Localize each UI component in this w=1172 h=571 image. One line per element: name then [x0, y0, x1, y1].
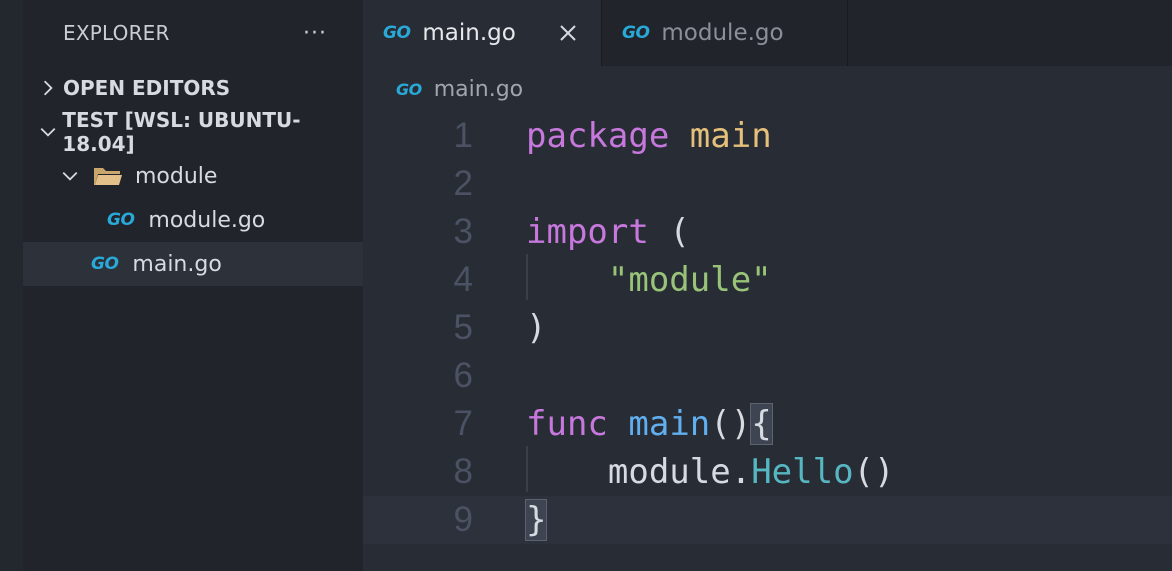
identifier-token: module. — [607, 452, 752, 492]
keyword-token: func — [526, 404, 608, 444]
tree-item-main-go[interactable]: GO main.go — [23, 242, 363, 286]
chevron-down-icon — [59, 165, 81, 187]
matched-brace-token: } — [524, 499, 548, 541]
package-name-token: main — [689, 116, 772, 156]
go-file-icon: GO — [396, 79, 422, 99]
code-line-1: 1 package main — [363, 112, 1172, 160]
tab-label: main.go — [422, 20, 516, 46]
code-line-6: 6 — [363, 352, 1172, 400]
tab-label: module.go — [661, 20, 784, 46]
paren-token: () — [710, 404, 752, 444]
tab-module-go[interactable]: GO module.go — [602, 0, 848, 66]
explorer-header: EXPLORER ··· — [23, 0, 363, 66]
code-line-8: 8 module.Hello() — [363, 448, 1172, 496]
breadcrumb-file[interactable]: main.go — [434, 77, 523, 102]
go-file-icon: GO — [383, 23, 411, 43]
paren-token: ( — [669, 212, 690, 252]
code-editor[interactable]: 1 package main 2 3 import ( 4 "module" 5… — [363, 112, 1172, 571]
line-number: 8 — [453, 452, 473, 491]
string-token: "module" — [607, 260, 772, 300]
editor-area: GO main.go GO module.go GO main.go 1 pac… — [363, 0, 1172, 571]
code-line-4: 4 "module" — [363, 256, 1172, 304]
line-number: 4 — [453, 260, 473, 299]
line-number: 5 — [453, 308, 473, 347]
go-file-icon: GO — [107, 210, 135, 230]
tree-item-module-go[interactable]: GO module.go — [23, 198, 363, 242]
paren-token: ) — [526, 308, 547, 348]
code-line-7: 7 func main(){ — [363, 400, 1172, 448]
line-number: 3 — [453, 212, 473, 251]
more-actions-icon[interactable]: ··· — [303, 21, 327, 46]
line-number: 2 — [453, 164, 473, 203]
code-line-9: 9 } — [363, 496, 1172, 544]
code-line-3: 3 import ( — [363, 208, 1172, 256]
explorer-title: EXPLORER — [63, 21, 170, 45]
breadcrumb[interactable]: GO main.go — [363, 66, 1172, 112]
line-number: 9 — [453, 500, 473, 539]
tree-item-label: module — [135, 163, 218, 189]
code-line-2: 2 — [363, 160, 1172, 208]
open-editors-label: OPEN EDITORS — [63, 76, 231, 100]
line-number: 6 — [453, 356, 473, 395]
tree-item-label: main.go — [132, 251, 222, 277]
tab-bar: GO main.go GO module.go — [363, 0, 1172, 66]
line-number: 1 — [453, 116, 473, 155]
tree-item-label: module.go — [148, 207, 266, 233]
chevron-right-icon — [37, 77, 59, 99]
tab-main-go[interactable]: GO main.go — [363, 0, 602, 66]
go-file-icon: GO — [91, 254, 119, 274]
function-name-token: main — [628, 404, 711, 444]
paren-token: () — [853, 452, 895, 492]
workspace-section[interactable]: TEST [WSL: UBUNTU-18.04] — [23, 108, 363, 156]
vscode-window: EXPLORER ··· OPEN EDITORS TEST [WSL: UBU… — [0, 0, 1172, 571]
code-line-5: 5 ) — [363, 304, 1172, 352]
keyword-token: package — [526, 116, 670, 156]
workspace-label: TEST [WSL: UBUNTU-18.04] — [62, 108, 301, 156]
explorer-sidebar: EXPLORER ··· OPEN EDITORS TEST [WSL: UBU… — [23, 0, 363, 571]
line-number: 7 — [453, 404, 473, 443]
go-file-icon: GO — [622, 23, 650, 43]
tree-item-module-folder[interactable]: module — [23, 154, 363, 198]
folder-open-icon — [93, 165, 123, 187]
chevron-down-icon — [37, 121, 58, 143]
method-token: Hello — [751, 452, 854, 492]
activity-bar-edge — [0, 0, 23, 571]
keyword-token: import — [526, 212, 649, 252]
close-icon[interactable] — [555, 23, 581, 43]
open-editors-section[interactable]: OPEN EDITORS — [23, 66, 363, 110]
matched-brace-token: { — [750, 403, 773, 445]
